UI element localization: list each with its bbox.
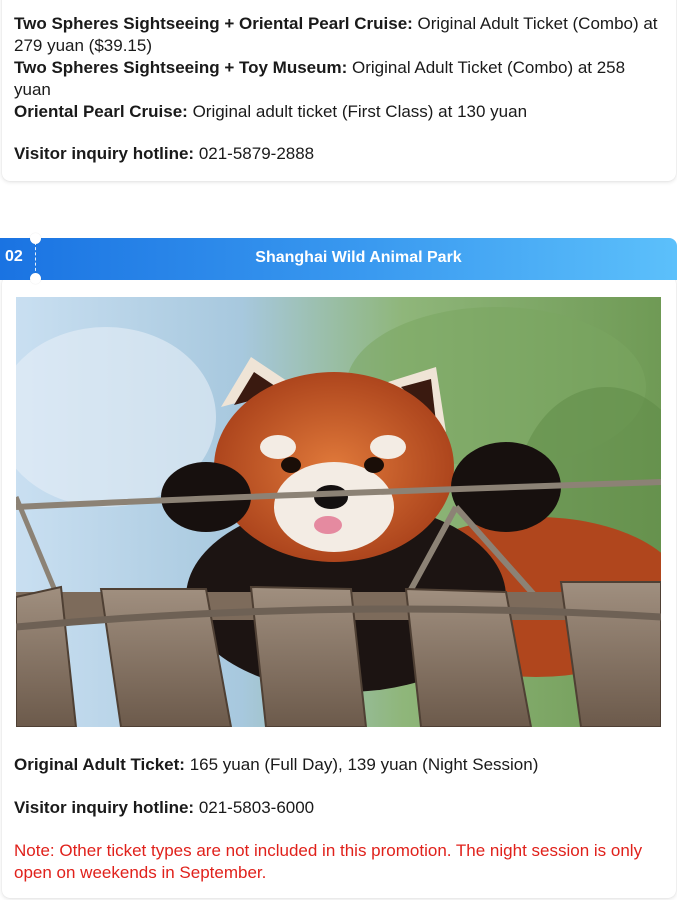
header-divider (35, 242, 36, 276)
divider-dot-top (30, 233, 41, 244)
hotline-number: 021-5879-2888 (194, 144, 315, 163)
section1-details: Two Spheres Sightseeing + Oriental Pearl… (14, 13, 663, 123)
promotion-note: Note: Other ticket types are not include… (14, 840, 663, 884)
note-text: Note: Other ticket types are not include… (14, 841, 643, 882)
hotline-label: Visitor inquiry hotline: (14, 798, 195, 817)
divider-dot-bottom (30, 273, 41, 284)
section2-hotline: Visitor inquiry hotline: 021-5803-6000 (14, 797, 663, 819)
section-title: Shanghai Wild Animal Park (255, 249, 462, 266)
section-header: 02 Shanghai Wild Animal Park (0, 233, 677, 284)
ticket-label: Original Adult Ticket: (14, 755, 185, 774)
ticket-info: Original Adult Ticket: 165 yuan (Full Da… (14, 754, 663, 776)
red-panda-photo (16, 297, 661, 727)
item-pearl-cruise: Oriental Pearl Cruise: Original adult ti… (14, 101, 663, 123)
item-label: Two Spheres Sightseeing + Oriental Pearl… (14, 14, 413, 33)
combo-item-toy-museum: Two Spheres Sightseeing + Toy Museum: Or… (14, 57, 663, 101)
hotline-number: 021-5803-6000 (194, 798, 315, 817)
hotline-label: Visitor inquiry hotline: (14, 144, 195, 163)
section-number: 02 (5, 248, 23, 265)
item-value: Original adult ticket (First Class) at 1… (187, 102, 528, 121)
ticket-value: 165 yuan (Full Day), 139 yuan (Night Ses… (184, 755, 539, 774)
item-label: Two Spheres Sightseeing + Toy Museum: (14, 58, 348, 77)
item-label: Oriental Pearl Cruise: (14, 102, 188, 121)
section1-hotline: Visitor inquiry hotline: 021-5879-2888 (14, 143, 663, 165)
combo-item-pearl-cruise: Two Spheres Sightseeing + Oriental Pearl… (14, 13, 663, 57)
